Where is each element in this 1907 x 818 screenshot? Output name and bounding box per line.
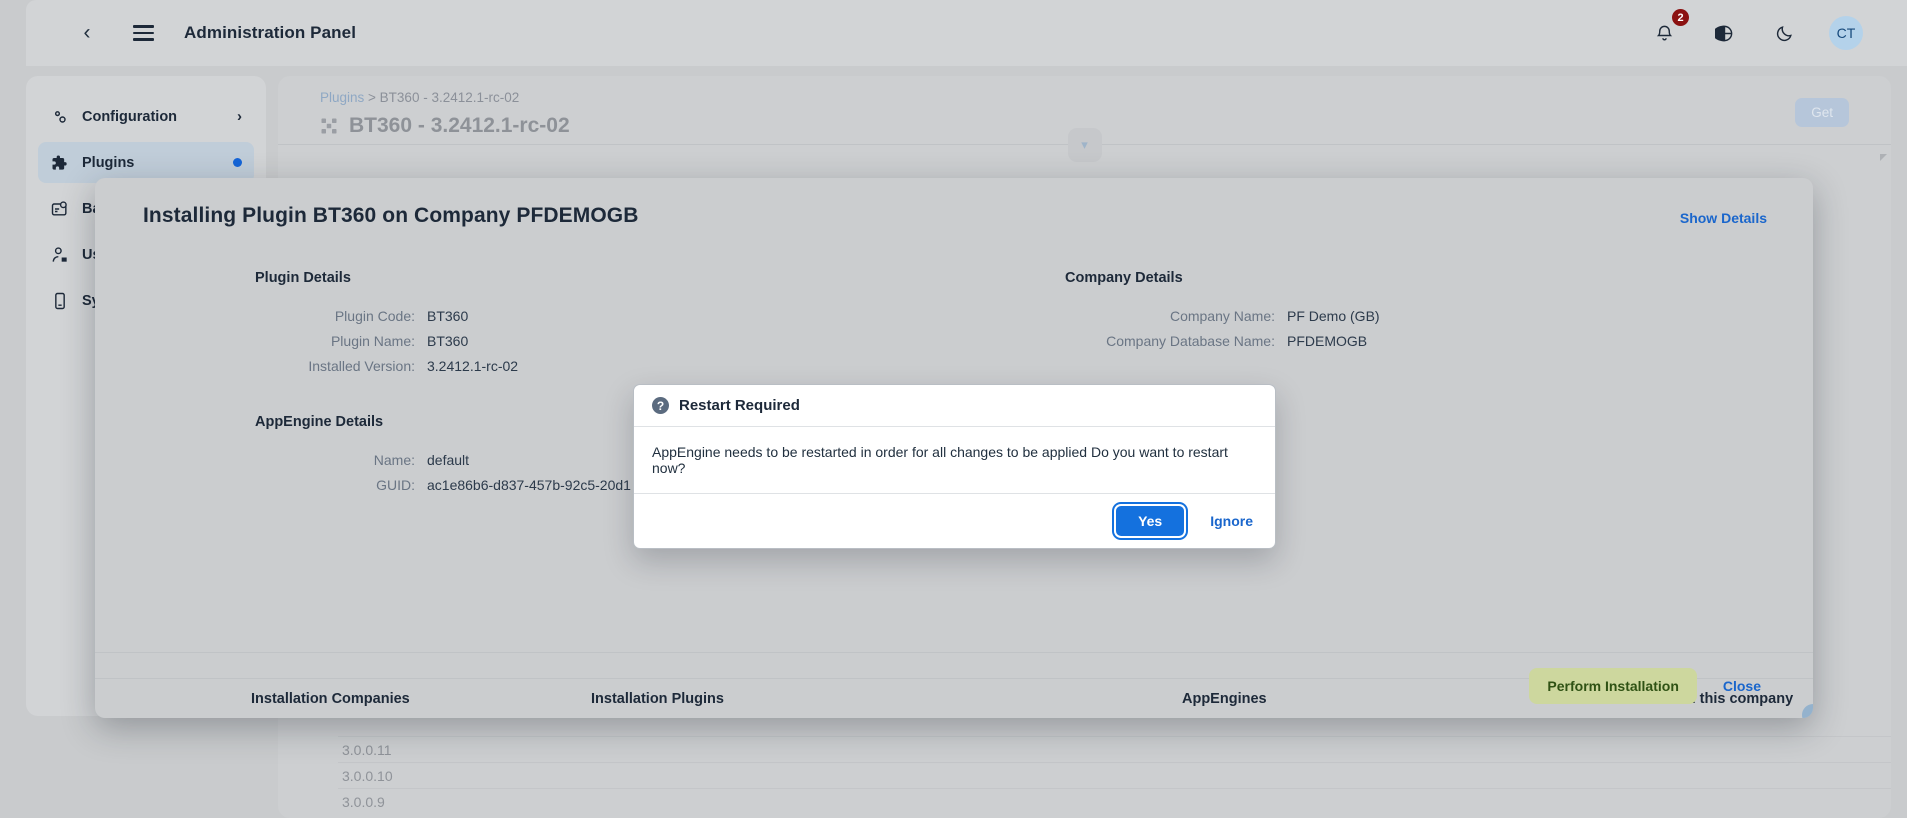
sidebar-item-label: Configuration — [82, 108, 178, 125]
section-heading: AppEngine Details — [255, 414, 384, 430]
globe-icon[interactable] — [1709, 18, 1739, 48]
detail-key: Plugin Code: — [334, 308, 415, 324]
perform-installation-button[interactable]: Perform Installation — [1529, 667, 1697, 704]
detail-row: Plugin Name: BT360 — [255, 329, 518, 354]
detail-key: Name: — [373, 452, 415, 468]
device-icon — [50, 291, 70, 311]
notifications-bell-icon[interactable]: 2 — [1649, 9, 1689, 48]
background-jobs-icon — [50, 199, 70, 219]
resize-caret-icon — [1880, 154, 1887, 161]
puzzle-icon — [320, 117, 338, 135]
detail-row: GUID: ac1e86b6-d837-457b-92c5-20d1 — [255, 473, 631, 498]
detail-value: PF Demo (GB) — [1287, 308, 1380, 324]
detail-value: ac1e86b6-d837-457b-92c5-20d1 — [427, 477, 631, 493]
list-item[interactable]: 3.0.0.9 — [338, 788, 1891, 814]
section-heading: Plugin Details — [255, 270, 351, 286]
gears-icon — [50, 107, 70, 127]
breadcrumb-current: BT360 - 3.2412.1-rc-02 — [379, 90, 520, 105]
modal-title: Installing Plugin BT360 on Company PFDEM… — [143, 204, 639, 227]
sidebar-item-plugins[interactable]: Plugins — [38, 142, 254, 183]
top-bar-right: 2 CT — [1649, 9, 1907, 50]
detail-value: 3.2412.1-rc-02 — [427, 358, 519, 374]
show-details-link[interactable]: Show Details — [1680, 210, 1767, 226]
dialog-footer: Yes Ignore — [634, 494, 1275, 548]
detail-row: Company Database Name: PFDEMOGB — [1065, 329, 1380, 354]
back-icon[interactable]: ‹ — [72, 18, 102, 48]
sidebar-item-label: Plugins — [82, 154, 135, 171]
content-title-text: BT360 - 3.2412.1-rc-02 — [349, 114, 570, 137]
dialog-header: ? Restart Required — [634, 385, 1275, 427]
chevron-down-icon[interactable]: ▾ — [1067, 128, 1102, 162]
detail-value: BT360 — [427, 308, 469, 324]
list-item[interactable]: 3.0.0.10 — [338, 762, 1891, 788]
appengine-details-block: AppEngine Details Name: default GUID: ac… — [255, 414, 631, 498]
detail-row: Installed Version: 3.2412.1-rc-02 — [255, 354, 518, 379]
page-title: Administration Panel — [184, 23, 357, 42]
detail-value: default — [427, 452, 470, 468]
question-mark-icon: ? — [652, 397, 669, 414]
detail-key: Company Name: — [1169, 308, 1275, 324]
dark-mode-moon-icon[interactable] — [1769, 18, 1799, 48]
breadcrumb: Plugins > BT360 - 3.2412.1-rc-02 — [278, 76, 1891, 105]
sidebar-item-configuration[interactable]: Configuration › — [38, 96, 254, 137]
restart-required-dialog: ? Restart Required AppEngine needs to be… — [633, 384, 1276, 549]
top-bar-left: ‹ Administration Panel — [26, 18, 356, 48]
modal-header: Installing Plugin BT360 on Company PFDEM… — [95, 178, 1813, 254]
status-dot — [233, 158, 242, 167]
dialog-title: Restart Required — [679, 397, 800, 414]
hamburger-menu-icon[interactable] — [128, 18, 158, 48]
yes-button[interactable]: Yes — [1116, 506, 1185, 536]
plugin-details-block: Plugin Details Plugin Code: BT360 Plugin… — [255, 270, 518, 379]
get-button[interactable]: Get — [1795, 98, 1849, 127]
company-details-block: Company Details Company Name: PF Demo (G… — [1065, 270, 1380, 354]
section-heading: Company Details — [1065, 270, 1183, 286]
detail-key: GUID: — [376, 477, 415, 493]
breadcrumb-root[interactable]: Plugins — [320, 90, 364, 105]
detail-row: Name: default — [255, 448, 631, 473]
breadcrumb-separator: > — [364, 90, 380, 105]
avatar[interactable]: CT — [1829, 16, 1863, 50]
user-icon — [50, 245, 70, 265]
detail-key: Plugin Name: — [330, 333, 415, 349]
detail-key: Installed Version: — [308, 358, 415, 374]
notification-badge: 2 — [1672, 9, 1689, 26]
close-button[interactable]: Close — [1723, 678, 1761, 694]
puzzle-icon — [50, 153, 70, 173]
detail-row: Company Name: PF Demo (GB) — [1065, 304, 1380, 329]
top-bar: ‹ Administration Panel 2 CT — [26, 0, 1907, 66]
detail-row: Plugin Code: BT360 — [255, 304, 518, 329]
ignore-button[interactable]: Ignore — [1210, 513, 1253, 529]
modal-footer: Perform Installation Close — [95, 652, 1813, 718]
list-item[interactable]: 3.0.0.11 — [338, 736, 1891, 762]
chevron-right-icon: › — [237, 108, 242, 125]
dialog-message: AppEngine needs to be restarted in order… — [634, 427, 1275, 494]
detail-value: PFDEMOGB — [1287, 333, 1368, 349]
version-list: 3.0.0.11 3.0.0.10 3.0.0.9 — [338, 736, 1891, 814]
detail-value: BT360 — [427, 333, 469, 349]
detail-key: Company Database Name: — [1106, 333, 1275, 349]
